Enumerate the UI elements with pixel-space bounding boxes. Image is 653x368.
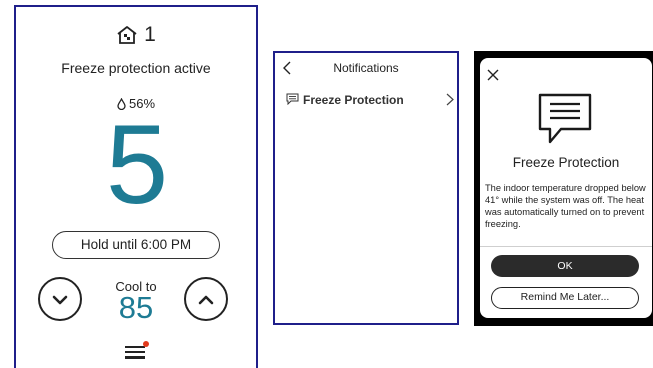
home-icon xyxy=(117,26,137,44)
increase-setpoint-button[interactable] xyxy=(184,277,228,321)
message-icon xyxy=(538,93,592,144)
dialog-title: Freeze Protection xyxy=(512,155,620,170)
notification-item-label: Freeze Protection xyxy=(303,93,404,107)
remind-me-later-button[interactable]: Remind Me Later... xyxy=(491,287,639,309)
freeze-protection-dialog: Freeze Protection The indoor temperature… xyxy=(480,58,652,318)
notification-item[interactable]: Freeze Protection xyxy=(286,91,454,109)
hold-button[interactable]: Hold until 6:00 PM xyxy=(52,231,220,259)
zone-indicator[interactable]: 1 xyxy=(16,23,256,47)
divider xyxy=(480,246,652,247)
menu-icon[interactable] xyxy=(125,341,149,362)
status-text: Freeze protection active xyxy=(61,60,211,76)
chevron-up-icon xyxy=(198,295,214,305)
dialog-message: The indoor temperature dropped below 41°… xyxy=(485,183,646,229)
ok-button[interactable]: OK xyxy=(491,255,639,277)
current-temperature: 5 xyxy=(105,102,168,227)
message-icon xyxy=(286,93,299,105)
notifications-screen: Notifications Freeze Protection xyxy=(273,51,459,325)
close-icon[interactable] xyxy=(486,68,500,82)
zone-number: 1 xyxy=(144,23,156,46)
notification-dot xyxy=(143,341,149,347)
thermostat-home-screen: 1 Freeze protection active 56% 5 Hold un… xyxy=(14,5,258,368)
notifications-title: Notifications xyxy=(333,61,399,75)
chevron-right-icon xyxy=(446,93,454,106)
